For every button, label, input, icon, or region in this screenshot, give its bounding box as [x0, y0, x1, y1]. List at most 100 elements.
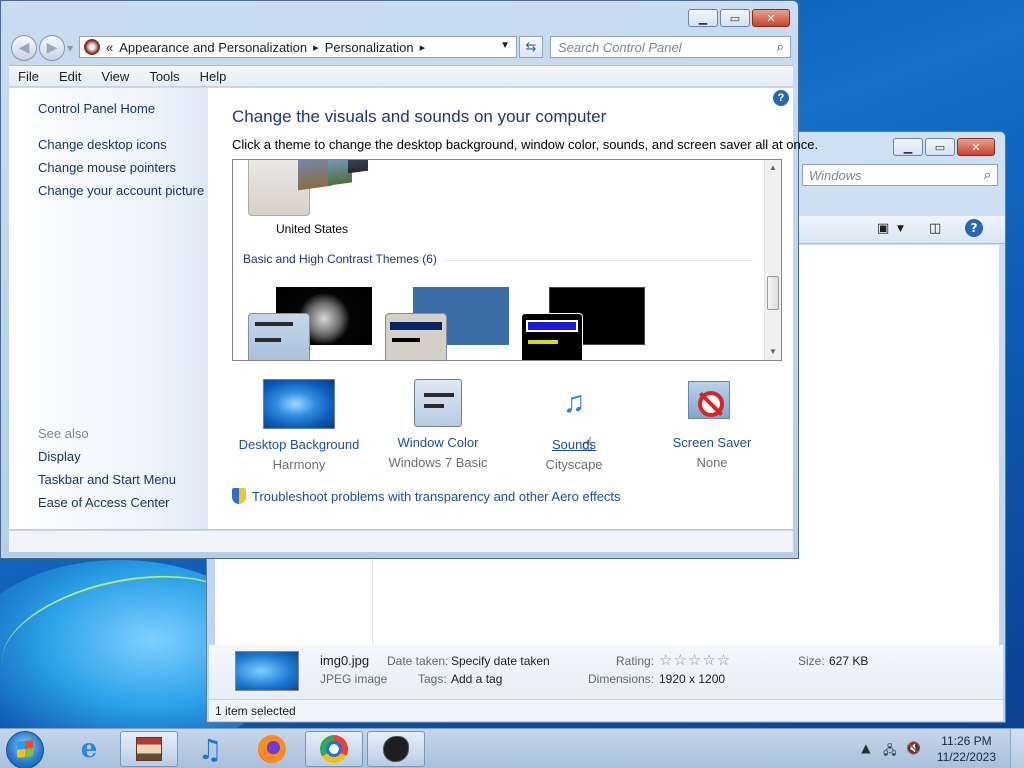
scroll-up-icon[interactable]: ▲: [765, 160, 781, 176]
refresh-icon: ⇆: [525, 39, 537, 55]
firefox-button[interactable]: [243, 731, 301, 767]
tags-value[interactable]: Add a tag: [451, 672, 502, 686]
refresh-button[interactable]: ⇆: [519, 36, 543, 58]
clock-time: 11:26 PM: [941, 734, 992, 748]
desktop-background-link[interactable]: Desktop Background: [234, 437, 364, 452]
theme-windows-classic[interactable]: [385, 287, 509, 360]
file-thumbnail: [235, 651, 299, 691]
start-button[interactable]: [6, 731, 44, 768]
window-color-tile[interactable]: Window Color Windows 7 Basic: [373, 379, 503, 470]
change-mouse-pointers-link[interactable]: Change mouse pointers: [38, 160, 176, 175]
breadcrumb-appearance[interactable]: Appearance and Personalization: [119, 40, 307, 55]
personalization-window[interactable]: ▁ ▭ ✕ ◀ ▶ ▼ « Appearance and Personaliza…: [0, 0, 818, 559]
help-icon[interactable]: ?: [965, 219, 983, 237]
preview-pane-icon[interactable]: ◫: [929, 221, 941, 236]
minimize-button[interactable]: ▁: [688, 9, 718, 27]
breadcrumb-separator-icon[interactable]: ▸: [420, 41, 426, 54]
theme-list-scrollbar[interactable]: ▲ ▼: [764, 160, 781, 360]
search-icon[interactable]: ⌕: [984, 167, 991, 183]
chrome-icon: [320, 735, 348, 763]
screen-saver-link[interactable]: Screen Saver: [647, 435, 777, 450]
taskbar-start-menu-link[interactable]: Taskbar and Start Menu: [38, 472, 176, 487]
window-color-link[interactable]: Window Color: [373, 435, 503, 450]
main-pane: ? Change the visuals and sounds on your …: [208, 88, 818, 529]
dimensions-label: Dimensions:: [588, 672, 655, 686]
paint-button[interactable]: [367, 731, 425, 767]
windows-logo-icon: [17, 740, 33, 758]
control-panel-home-link[interactable]: Control Panel Home: [38, 101, 155, 116]
show-hidden-icons-icon[interactable]: ▲: [857, 741, 875, 757]
breadcrumb-separator-icon[interactable]: ▸: [313, 41, 319, 54]
close-button[interactable]: ✕: [752, 9, 790, 27]
recent-pages-chevron-icon[interactable]: ▼: [67, 44, 73, 53]
desktop-background-icon[interactable]: [263, 379, 335, 429]
scroll-thumb[interactable]: [767, 276, 779, 310]
minimize-button[interactable]: ▁: [893, 138, 923, 156]
search-input[interactable]: Search Control Panel ⌕: [550, 36, 791, 58]
control-panel-taskbar-button[interactable]: [120, 731, 178, 767]
chevron-down-icon[interactable]: ▼: [897, 224, 904, 234]
screen-saver-icon[interactable]: [688, 379, 736, 427]
speaker-muted-icon[interactable]: 🔇: [905, 741, 923, 757]
menu-view[interactable]: View: [91, 66, 139, 86]
help-icon[interactable]: ?: [773, 90, 789, 106]
theme-label-united-states[interactable]: United States: [276, 222, 348, 236]
group-divider: [443, 260, 753, 261]
date-taken-label: Date taken:: [387, 654, 449, 668]
address-chevron[interactable]: «: [106, 40, 113, 55]
breadcrumb-personalization[interactable]: Personalization: [325, 40, 414, 55]
change-account-picture-link[interactable]: Change your account picture: [38, 183, 204, 198]
size-label: Size:: [798, 654, 825, 668]
maximize-button[interactable]: ▭: [925, 138, 955, 156]
theme-group-title: Basic and High Contrast Themes (6): [243, 252, 437, 266]
theme-united-states[interactable]: [248, 160, 368, 216]
control-panel-taskbar-icon: [136, 737, 162, 761]
screen-saver-tile[interactable]: Screen Saver None: [647, 379, 777, 470]
back-button[interactable]: ◀: [11, 35, 37, 61]
internet-explorer-icon: e: [80, 734, 98, 764]
task-pane: Control Panel Home Change desktop icons …: [9, 88, 208, 529]
show-desktop-button[interactable]: [1010, 729, 1024, 768]
window-status-bar: [9, 530, 793, 552]
media-player-button[interactable]: ♫: [181, 731, 239, 767]
view-icon[interactable]: ▣: [877, 221, 889, 236]
internet-explorer-button[interactable]: e: [60, 731, 118, 767]
change-desktop-icons-link[interactable]: Change desktop icons: [38, 137, 167, 152]
address-dropdown-icon[interactable]: ▼: [500, 40, 510, 51]
troubleshoot-link[interactable]: Troubleshoot problems with transparency …: [232, 488, 621, 504]
display-link[interactable]: Display: [38, 449, 81, 464]
troubleshoot-text[interactable]: Troubleshoot problems with transparency …: [252, 489, 621, 504]
sounds-link[interactable]: Sounds: [509, 437, 639, 452]
scroll-down-icon[interactable]: ▼: [765, 344, 781, 360]
window-color-icon[interactable]: [414, 379, 462, 427]
theme-windows-7-basic[interactable]: [248, 287, 372, 360]
caption-buttons: ▁ ▭ ✕: [688, 9, 790, 27]
shield-icon: [232, 488, 246, 504]
network-icon[interactable]: 🖧: [881, 741, 899, 757]
page-description: Click a theme to change the desktop back…: [232, 137, 819, 152]
see-also-label: See also: [38, 426, 89, 441]
desktop-background-tile[interactable]: Desktop Background Harmony: [234, 379, 364, 472]
screen-saver-value: None: [696, 455, 728, 470]
menu-edit[interactable]: Edit: [49, 66, 91, 86]
paint-icon: [383, 736, 409, 762]
chrome-button[interactable]: [305, 731, 363, 767]
address-bar[interactable]: « Appearance and Personalization ▸ Perso…: [79, 36, 517, 58]
date-taken-value[interactable]: Specify date taken: [451, 654, 550, 668]
clock[interactable]: 11:26 PM 11/22/2023: [937, 733, 996, 765]
taskbar: e ♫ ▲ 🖧 🔇 11:26 PM 11/22/2023: [0, 728, 1024, 768]
sounds-icon[interactable]: ♫: [538, 379, 610, 429]
theme-list[interactable]: United States Basic and High Contrast Th…: [232, 159, 782, 361]
ease-of-access-link[interactable]: Ease of Access Center: [38, 495, 170, 510]
menu-help[interactable]: Help: [190, 66, 237, 86]
rating-stars[interactable]: ☆☆☆☆☆: [659, 651, 731, 669]
theme-high-contrast[interactable]: [521, 287, 645, 360]
maximize-button[interactable]: ▭: [720, 9, 750, 27]
search-icon[interactable]: ⌕: [777, 39, 784, 55]
sounds-tile[interactable]: ♫ Sounds Cityscape: [509, 379, 639, 472]
menu-file[interactable]: File: [9, 66, 49, 86]
forward-button[interactable]: ▶: [39, 35, 65, 61]
close-button[interactable]: ✕: [957, 138, 995, 156]
menu-tools[interactable]: Tools: [139, 66, 189, 86]
back-search-input[interactable]: Windows ⌕: [802, 164, 998, 186]
